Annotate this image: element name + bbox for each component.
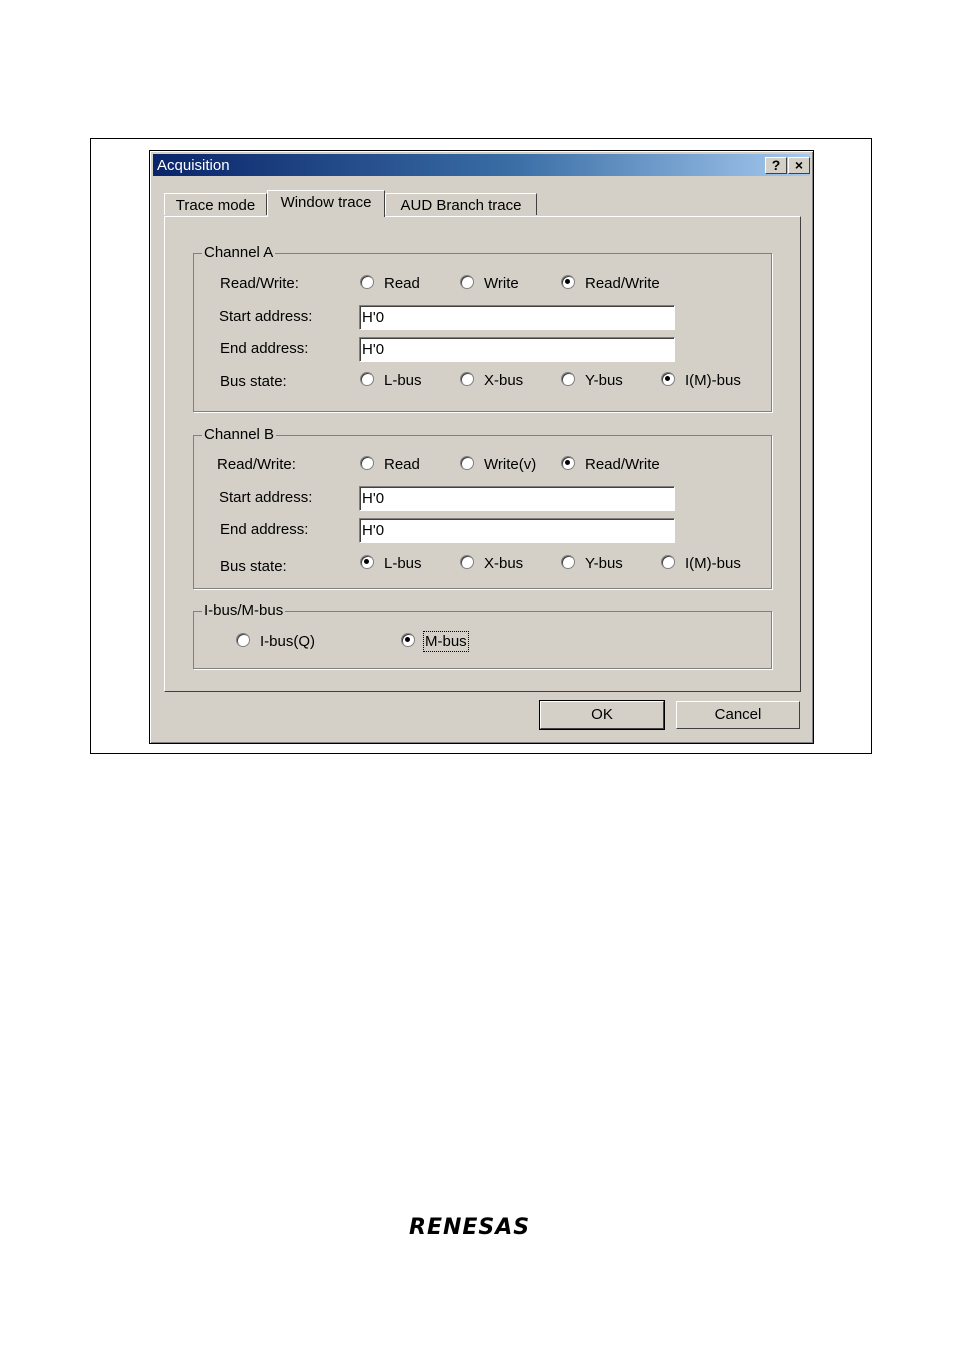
channel-b-start-label: Start address: xyxy=(219,489,313,506)
radio-icon xyxy=(236,633,250,647)
ibus-mbus-group: I-bus/M-bus I-bus(Q) M-bus xyxy=(193,602,772,669)
channel-a-rw-write[interactable]: Write xyxy=(460,275,519,293)
channel-b-bus-x[interactable]: X-bus xyxy=(460,555,523,573)
ok-button[interactable]: OK xyxy=(539,700,665,730)
channel-a-group: Channel A Read/Write: Read Write Read/Wr… xyxy=(193,244,772,412)
radio-selected-icon xyxy=(561,275,575,289)
acquisition-dialog: Acquisition ? × Trace mode Window trace … xyxy=(149,150,814,744)
channel-b-rw-write[interactable]: Write(v) xyxy=(460,456,536,474)
radio-selected-icon xyxy=(561,456,575,470)
help-button[interactable]: ? xyxy=(765,157,787,174)
radio-selected-icon xyxy=(360,555,374,569)
radio-icon xyxy=(360,372,374,386)
channel-b-rw-label: Read/Write: xyxy=(217,456,296,473)
ibus-mbus-legend: I-bus/M-bus xyxy=(202,602,286,619)
radio-icon xyxy=(561,555,575,569)
renesas-logo: RENESAS xyxy=(409,1215,531,1240)
channel-b-rw-read[interactable]: Read xyxy=(360,456,420,474)
channel-b-bus-im[interactable]: I(M)-bus xyxy=(661,555,741,573)
channel-b-bus-l[interactable]: L-bus xyxy=(360,555,422,573)
radio-icon xyxy=(360,275,374,289)
radio-selected-icon xyxy=(661,372,675,386)
radio-icon xyxy=(360,456,374,470)
radio-icon xyxy=(460,555,474,569)
tab-window-trace[interactable]: Window trace xyxy=(267,190,385,217)
channel-b-end-address-input[interactable] xyxy=(359,518,675,543)
channel-b-start-address-input[interactable] xyxy=(359,486,675,511)
channel-a-end-address-input[interactable] xyxy=(359,337,675,362)
ibus-radio[interactable]: I-bus(Q) xyxy=(236,633,315,651)
close-button[interactable]: × xyxy=(788,157,810,174)
channel-a-start-address-input[interactable] xyxy=(359,305,675,330)
tab-trace-mode[interactable]: Trace mode xyxy=(164,193,267,215)
dialog-title: Acquisition xyxy=(157,157,230,174)
channel-b-end-label: End address: xyxy=(220,521,309,538)
channel-b-bus-label: Bus state: xyxy=(220,558,287,575)
title-bar[interactable]: Acquisition ? × xyxy=(153,154,810,176)
channel-a-rw-label: Read/Write: xyxy=(220,275,299,292)
radio-icon xyxy=(460,372,474,386)
radio-icon xyxy=(460,456,474,470)
radio-icon xyxy=(460,275,474,289)
radio-selected-icon xyxy=(401,633,415,647)
radio-icon xyxy=(561,372,575,386)
channel-a-end-label: End address: xyxy=(220,340,309,357)
mbus-radio[interactable]: M-bus xyxy=(401,631,469,652)
channel-a-rw-read[interactable]: Read xyxy=(360,275,420,293)
radio-icon xyxy=(661,555,675,569)
cancel-button[interactable]: Cancel xyxy=(676,701,800,729)
tab-panel: Channel A Read/Write: Read Write Read/Wr… xyxy=(164,216,801,692)
channel-b-group: Channel B Read/Write: Read Write(v) Read… xyxy=(193,426,772,589)
channel-b-bus-y[interactable]: Y-bus xyxy=(561,555,623,573)
channel-a-bus-im[interactable]: I(M)-bus xyxy=(661,372,741,390)
channel-a-rw-readwrite[interactable]: Read/Write xyxy=(561,275,660,293)
channel-a-legend: Channel A xyxy=(202,244,276,261)
channel-a-start-label: Start address: xyxy=(219,308,313,325)
channel-b-rw-readwrite[interactable]: Read/Write xyxy=(561,456,660,474)
channel-a-bus-x[interactable]: X-bus xyxy=(460,372,523,390)
channel-a-bus-y[interactable]: Y-bus xyxy=(561,372,623,390)
channel-a-bus-label: Bus state: xyxy=(220,373,287,390)
channel-b-legend: Channel B xyxy=(202,426,277,443)
tab-aud-branch-trace[interactable]: AUD Branch trace xyxy=(385,193,537,215)
channel-a-bus-l[interactable]: L-bus xyxy=(360,372,422,390)
